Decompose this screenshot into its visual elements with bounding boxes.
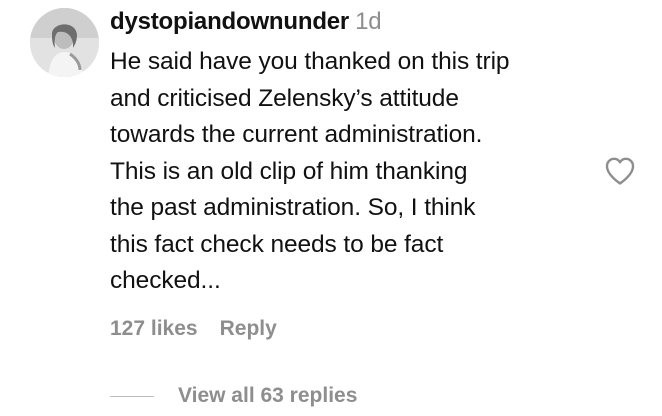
- avatar-photo: [30, 8, 99, 77]
- username-link[interactable]: dystopiandownunder: [110, 8, 349, 35]
- comment-header: dystopiandownunder 1d: [110, 6, 382, 38]
- replies-divider: [110, 396, 154, 397]
- reply-button[interactable]: Reply: [220, 317, 277, 340]
- view-replies-button[interactable]: View all 63 replies: [178, 381, 357, 411]
- likes-count[interactable]: 127 likes: [110, 317, 198, 340]
- comment-text-line: towards the current administration.: [110, 121, 483, 148]
- comment-text-line: and criticised Zelensky’s attitude: [110, 84, 459, 112]
- comment: dystopiandownunder 1d He said have you th…: [0, 0, 662, 416]
- comment-timestamp[interactable]: 1d: [355, 8, 381, 35]
- comment-text-line: this fact check needs to be fact: [110, 230, 444, 258]
- comment-actions: 127 likes Reply: [110, 315, 277, 343]
- comment-text-line: This is an old clip of him thanking: [110, 157, 468, 185]
- comment-text-line: He said have you thanked on this trip: [110, 48, 510, 75]
- like-button[interactable]: [604, 156, 636, 186]
- avatar[interactable]: [30, 8, 99, 77]
- heart-outline-icon: [605, 157, 635, 185]
- comment-text-line: checked...: [110, 267, 221, 294]
- comment-text-line: the past administration. So, I think: [110, 194, 476, 221]
- comment-text: He said have you thanked on this trip an…: [110, 44, 610, 300]
